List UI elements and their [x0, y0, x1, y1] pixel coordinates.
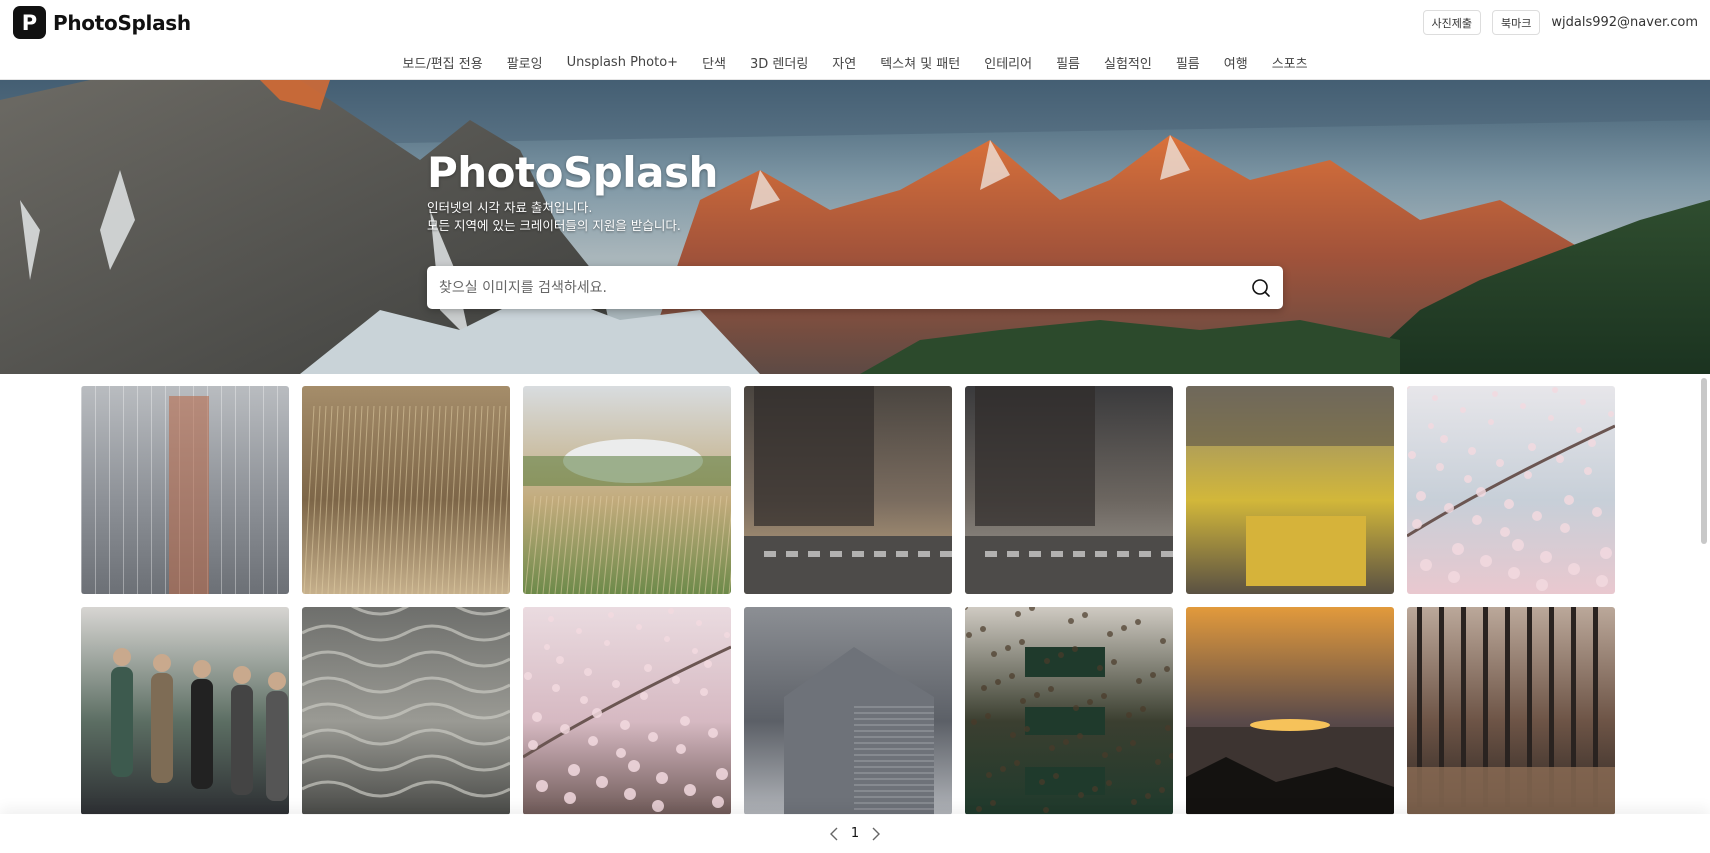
photo-tile-sunset-sea[interactable] [1186, 607, 1394, 815]
cherry-blossom-branch-image [1407, 386, 1615, 594]
photo-tile-autumn-forest[interactable] [1407, 607, 1615, 815]
category-tab[interactable]: 인테리어 [984, 53, 1032, 72]
cherry-blossoms-image [523, 607, 731, 815]
stadium-field-image [523, 386, 731, 594]
category-tab[interactable]: 보드/편집 전용 [402, 53, 482, 72]
pagination: 1 [0, 814, 1710, 853]
submit-photo-button[interactable]: 사진제출 [1422, 10, 1482, 35]
current-page-number[interactable]: 1 [851, 826, 859, 841]
brand-logo[interactable]: P PhotoSplash [13, 6, 191, 39]
category-tab[interactable]: 팔로잉 [507, 53, 543, 72]
photo-tile-roof-tiles[interactable] [302, 607, 510, 815]
photo-grid [81, 386, 1615, 815]
photo-tile-fish-market[interactable] [1186, 386, 1394, 594]
photo-tile-cherry-blossoms[interactable] [523, 607, 731, 815]
photo-tile-narrow-alley[interactable] [965, 386, 1173, 594]
category-nav: 보드/편집 전용 팔로잉 Unsplash Photo+ 단색 3D 렌더링 자… [0, 46, 1710, 80]
category-tab[interactable]: 필름 [1176, 53, 1200, 72]
photo-tile-ivy-wall[interactable] [965, 607, 1173, 815]
search-bar [427, 266, 1283, 309]
photo-tile-street-crossing[interactable] [744, 386, 952, 594]
search-input[interactable] [427, 279, 1239, 296]
prev-page-chevron-left-icon[interactable] [823, 823, 845, 845]
photo-tile-cherry-blossom-branch[interactable] [1407, 386, 1615, 594]
search-icon[interactable] [1239, 266, 1283, 309]
category-tab[interactable]: Unsplash Photo+ [567, 55, 678, 70]
user-email[interactable]: wjdals992@naver.com [1551, 15, 1698, 30]
category-tab[interactable]: 텍스쳐 및 패턴 [880, 53, 960, 72]
category-tab[interactable]: 단색 [702, 53, 726, 72]
photo-tile-building-corner[interactable] [744, 607, 952, 815]
category-tab[interactable]: 실험적인 [1104, 53, 1152, 72]
hero-title: PhotoSplash [427, 148, 718, 197]
narrow-alley-image [965, 386, 1173, 594]
autumn-forest-image [1407, 607, 1615, 815]
top-bar: P PhotoSplash 사진제출 북마크 wjdals992@naver.c… [0, 0, 1710, 46]
roof-tiles-image [302, 607, 510, 815]
dry-grass-image [302, 386, 510, 594]
fish-market-image [1186, 386, 1394, 594]
hero-text: PhotoSplash 인터넷의 시각 자료 출처입니다. 모든 지역에 있는 … [427, 148, 1283, 235]
photo-tile-crowd-walking[interactable] [81, 607, 289, 815]
street-crossing-image [744, 386, 952, 594]
category-tab[interactable]: 3D 렌더링 [750, 53, 808, 72]
header-actions: 사진제출 북마크 wjdals992@naver.com [1422, 10, 1698, 35]
hero-subtitle-line1: 인터넷의 시각 자료 출처입니다. [427, 200, 593, 215]
photo-tile-stadium-field[interactable] [523, 386, 731, 594]
brand-name: PhotoSplash [53, 10, 191, 35]
scrollbar-thumb[interactable] [1701, 378, 1707, 544]
hero-banner: PhotoSplash 인터넷의 시각 자료 출처입니다. 모든 지역에 있는 … [0, 80, 1710, 374]
logo-mark-icon: P [13, 6, 46, 39]
building-corner-image [744, 607, 952, 815]
next-page-chevron-right-icon[interactable] [865, 823, 887, 845]
bookmark-button[interactable]: 북마크 [1492, 10, 1541, 35]
photo-tile-dry-grass[interactable] [302, 386, 510, 594]
crowd-walking-image [81, 607, 289, 815]
category-tab[interactable]: 자연 [832, 53, 856, 72]
ivy-wall-image [965, 607, 1173, 815]
hero-subtitle-line2: 모든 지역에 있는 크레이터들의 지원을 받습니다. [427, 218, 681, 233]
sunset-sea-image [1186, 607, 1394, 815]
category-tab[interactable]: 필름 [1056, 53, 1080, 72]
category-tab[interactable]: 스포츠 [1272, 53, 1308, 72]
category-tab[interactable]: 여행 [1224, 53, 1248, 72]
photo-tile-apartment-towers[interactable] [81, 386, 289, 594]
apartment-towers-image [81, 386, 289, 594]
scrollbar[interactable] [1698, 374, 1710, 814]
